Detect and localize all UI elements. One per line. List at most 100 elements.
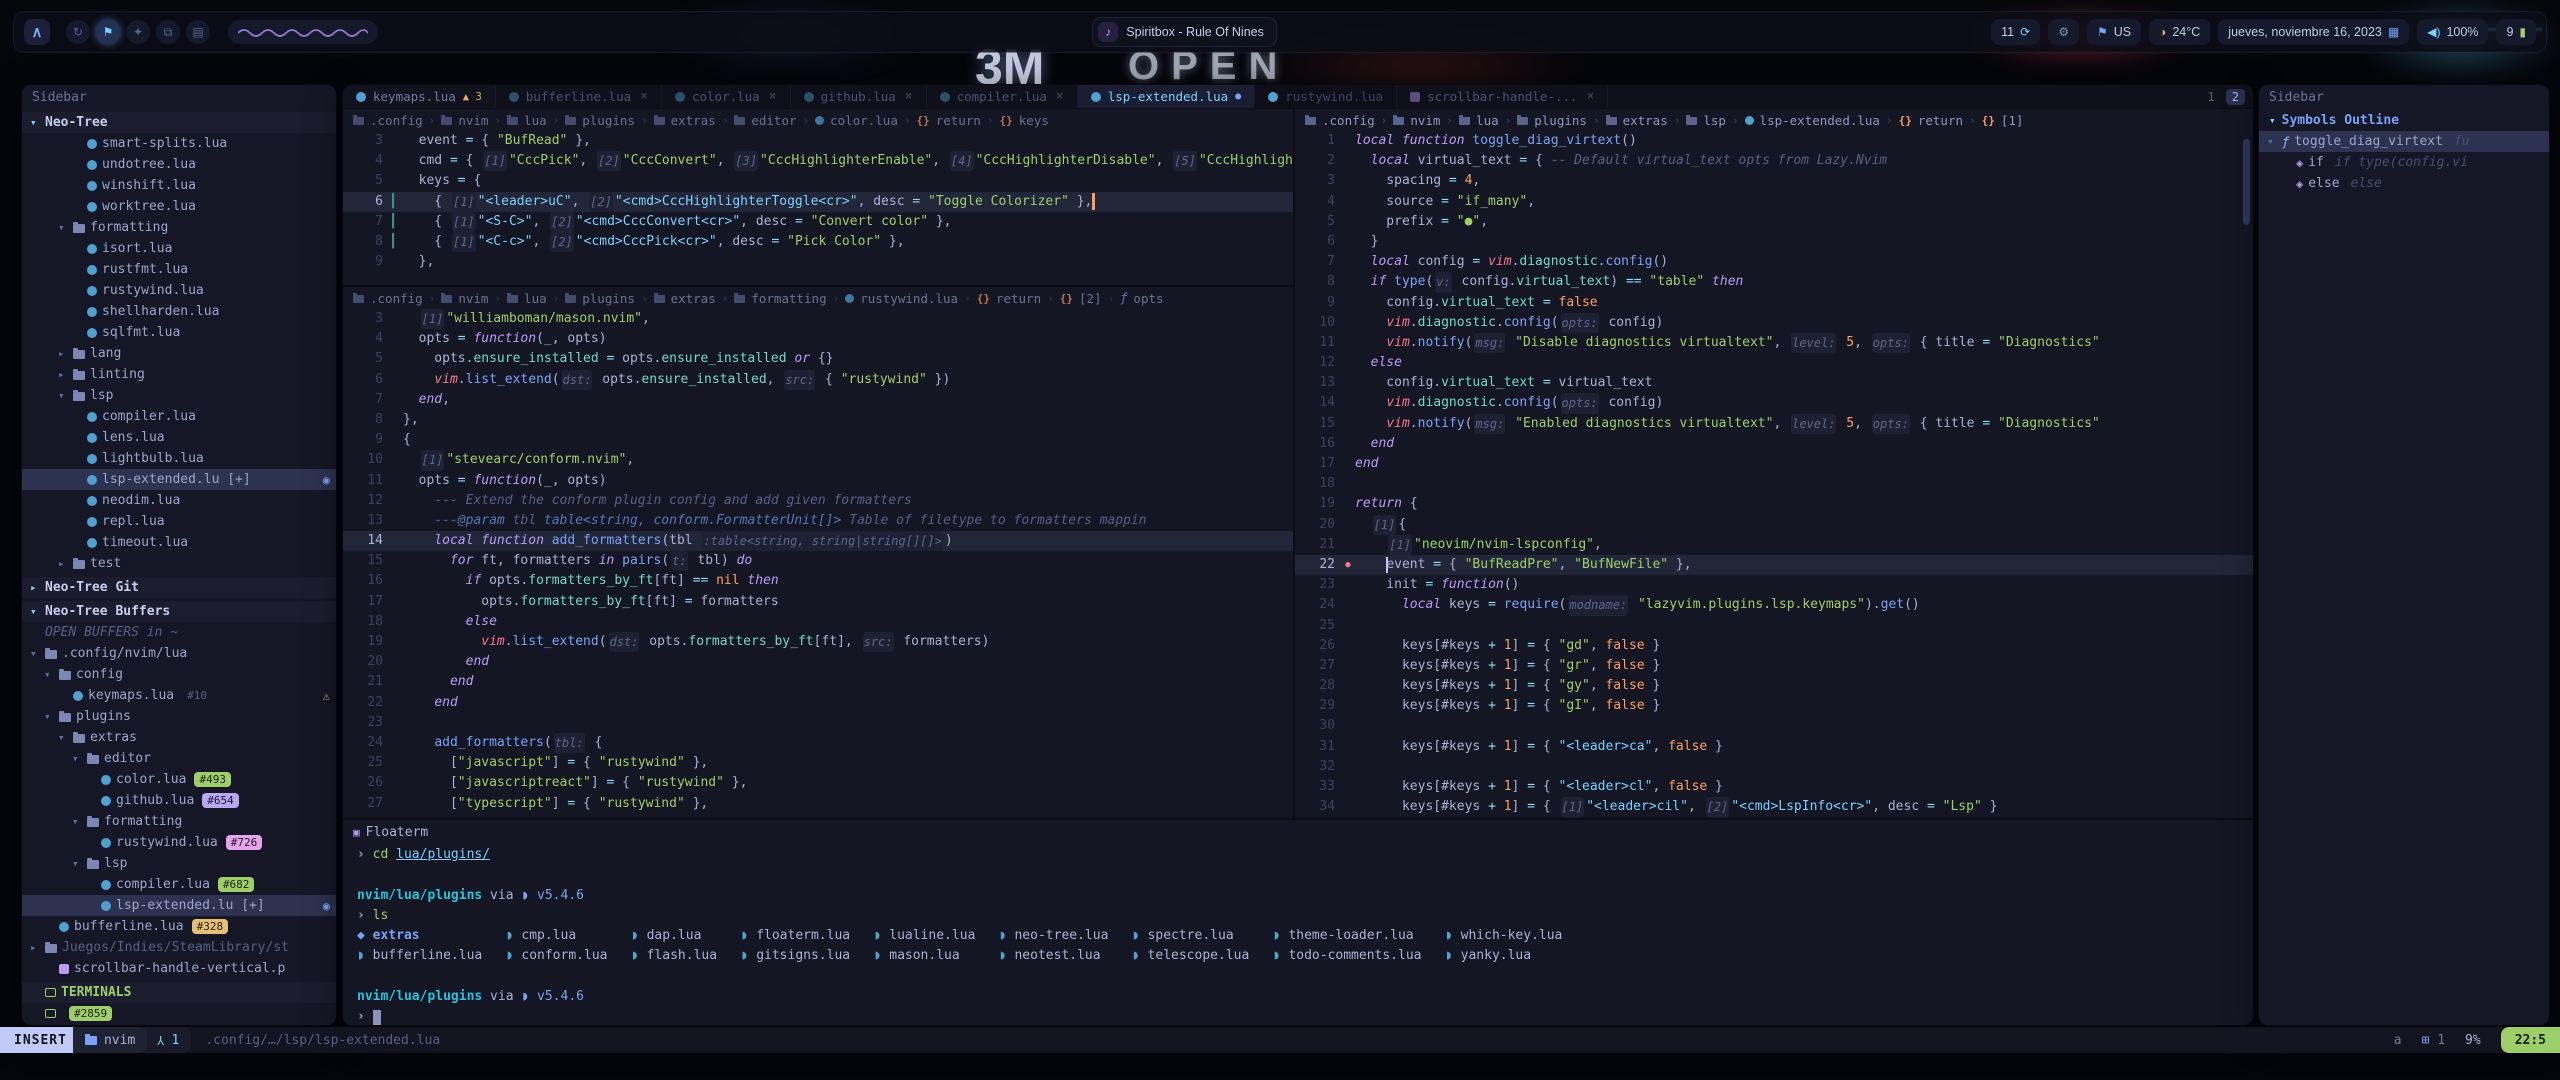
outline-item-if[interactable]: ◈ifif type(config.vi [2259,152,2549,173]
code-buffer-lsp-extended-lua[interactable]: 1local function toggle_diag_virtext()2 l… [1295,131,2253,817]
code-line[interactable]: 15 vim.notify(msg: "Enabled diagnostics … [1295,414,2253,434]
code-line[interactable]: 25 ["javascript"] = { "rustywind" }, [343,753,1293,773]
terminal-output[interactable]: › cd lua/plugins/nvim/lua/plugins via ◗ … [343,844,2253,1025]
tree-item[interactable]: rustfmt.lua [22,259,336,280]
code-line[interactable]: 17end [1295,454,2253,474]
code-line[interactable]: 21 [1]"neovim/nvim-lspconfig", [1295,535,2253,555]
code-line[interactable]: 9{ [343,430,1293,450]
tree-item[interactable]: ▾lsp [22,385,336,406]
breadcrumb-segment[interactable]: lsp-extended.lua [1760,113,1880,128]
tree-item[interactable]: #2859 [22,1003,336,1024]
code-line[interactable]: 7 local config = vim.diagnostic.config() [1295,252,2253,272]
code-line[interactable]: 20 end [343,652,1293,672]
breadcrumb-segment[interactable]: nvim [458,113,488,128]
tree-item[interactable]: lightbulb.lua [22,448,336,469]
code-line[interactable]: 23 init = function() [1295,575,2253,595]
breadcrumb-segment[interactable]: return [1918,113,1963,128]
pill-temperature[interactable]: ◑24°C [2149,19,2210,45]
statusline-branch[interactable]: Y 1 [139,1027,191,1053]
code-line[interactable]: 11 vim.notify(msg: "Disable diagnostics … [1295,333,2253,353]
code-line[interactable]: ◆ extras ◗ cmp.lua ◗ dap.lua ◗ floaterm.… [357,926,2253,946]
tree-item[interactable]: ▾formatting [22,217,336,238]
breadcrumb-segment[interactable]: .config [370,291,423,306]
code-line[interactable]: 30 [1295,716,2253,736]
tree-item[interactable]: timeout.lua [22,532,336,553]
code-line[interactable]: 5 prefix = "●", [1295,212,2253,232]
code-line[interactable]: 7 { [1]"<S-C>", [2]"<cmd>CccConvert<cr>"… [343,212,1293,232]
code-line[interactable]: 11 opts = function(_, opts) [343,471,1293,491]
code-line[interactable]: ◗ bufferline.lua ◗ conform.lua ◗ flash.l… [357,946,2253,966]
tree-item[interactable]: github.lua#654 [22,790,336,811]
pill-volume[interactable]: ◀)100% [2417,19,2488,45]
tree-item[interactable]: isort.lua [22,238,336,259]
section-neo-tree-git[interactable]: ▸Neo-Tree Git [22,577,336,598]
breadcrumb-segment[interactable]: .config [1322,113,1375,128]
section-terminals[interactable]: TERMINALS [22,982,336,1003]
workspace-2[interactable]: ⚑ [96,20,120,44]
code-line[interactable]: 19 vim.list_extend(dst: opts.formatters_… [343,632,1293,652]
code-line[interactable]: 4 cmd = { [1]"CccPick", [2]"CccConvert",… [343,151,1293,171]
code-line[interactable]: 4 opts = function(_, opts) [343,329,1293,349]
tab-compiler-lua[interactable]: compiler.lua× [927,85,1078,108]
tree-item[interactable]: neodim.lua [22,490,336,511]
code-line[interactable]: 3 spacing = 4, [1295,171,2253,191]
tree-item[interactable]: sqlfmt.lua [22,322,336,343]
code-line[interactable]: 29 keys[#keys + 1] = { "gI", false } [1295,696,2253,716]
breadcrumb-segment[interactable]: color.lua [830,113,898,128]
pill-updates[interactable]: 11⟳ [1991,19,2040,45]
code-line[interactable]: › ls [357,906,2253,926]
code-line[interactable]: 21 end [343,672,1293,692]
code-line[interactable]: 32 [1295,757,2253,777]
code-line[interactable]: 8 if type(v: config.virtual_text) == "ta… [1295,272,2253,292]
tree-item[interactable]: OPEN BUFFERS in ~ [22,622,336,643]
tree-item[interactable]: shellharden.lua [22,301,336,322]
code-line[interactable]: 6 vim.list_extend(dst: opts.ensure_insta… [343,370,1293,390]
statusline-filepath[interactable]: .config/…/lsp/lsp-extended.lua [205,1033,440,1048]
code-line[interactable]: 14 local function add_formatters(tbl :ta… [343,531,1293,551]
breadcrumb-segment[interactable]: extras [671,291,716,306]
outline-item-else[interactable]: ◈elseelse [2259,173,2549,194]
section-neo-tree-buffers[interactable]: ▾Neo-Tree Buffers [22,601,336,622]
tree-item[interactable]: rustywind.lua [22,280,336,301]
tab-github-lua[interactable]: github.lua× [791,85,927,108]
code-line[interactable] [357,967,2253,987]
code-line[interactable]: 8}, [343,410,1293,430]
breadcrumb-segment[interactable]: plugins [582,113,635,128]
breadcrumb-segment[interactable]: editor [751,113,796,128]
tree-item[interactable]: worktree.lua [22,196,336,217]
code-line[interactable]: 31 keys[#keys + 1] = { "<leader>ca", fal… [1295,737,2253,757]
workspace-5[interactable]: ▤ [186,20,210,44]
code-line[interactable]: 12 --- Extend the conform plugin config … [343,491,1293,511]
breadcrumb-segment[interactable]: [2] [1079,291,1102,306]
code-line[interactable]: 20 [1]{ [1295,515,2253,535]
code-line[interactable]: 23 [343,713,1293,733]
breadcrumb-segment[interactable]: lua [524,113,547,128]
tree-item[interactable]: ▾config [22,664,336,685]
code-line[interactable]: 22 end [343,693,1293,713]
tree-item[interactable]: lens.lua [22,427,336,448]
code-line[interactable]: 27 ["typescript"] = { "rustywind" }, [343,794,1293,814]
tree-item[interactable]: lsp-extended.lu [+]◉ [22,469,336,490]
code-line[interactable] [357,865,2253,885]
code-line[interactable]: nvim/lua/plugins via ◗ v5.4.6 [357,886,2253,906]
close-icon[interactable]: × [1056,89,1064,104]
tabpage-1[interactable]: 1 [2202,89,2221,105]
pill-keyboard-layout[interactable]: ⚑US [2087,19,2141,45]
outline-item-function[interactable]: ▾ƒtoggle_diag_virtextfu [2259,131,2549,152]
code-line[interactable]: 12 else [1295,353,2253,373]
workspace-4[interactable]: ⧉ [156,20,180,44]
code-line[interactable]: 18 else [343,612,1293,632]
tree-item[interactable]: ▾editor [22,748,336,769]
code-buffer-rustywind-lua[interactable]: 3 [1]"williamboman/mason.nvim",4 opts = … [343,309,1293,814]
tree-item[interactable]: ▾extras [22,727,336,748]
code-line[interactable]: › cd lua/plugins/ [357,845,2253,865]
tree-item[interactable]: ▾.config/nvim/lua [22,643,336,664]
breadcrumb-segment[interactable]: extras [671,113,716,128]
code-line[interactable]: 10 vim.diagnostic.config(opts: config) [1295,313,2253,333]
code-line[interactable]: 5 keys = { [343,171,1293,191]
tab-scrollbar-handle[interactable]: scrollbar-handle-...× [1397,85,1608,108]
breadcrumb-segment[interactable]: plugins [582,291,635,306]
code-line[interactable]: 14 vim.diagnostic.config(opts: config) [1295,393,2253,413]
tab-color-lua[interactable]: color.lua× [662,85,791,108]
pill-clock-date[interactable]: jueves, noviembre 16, 2023▦ [2218,19,2409,45]
